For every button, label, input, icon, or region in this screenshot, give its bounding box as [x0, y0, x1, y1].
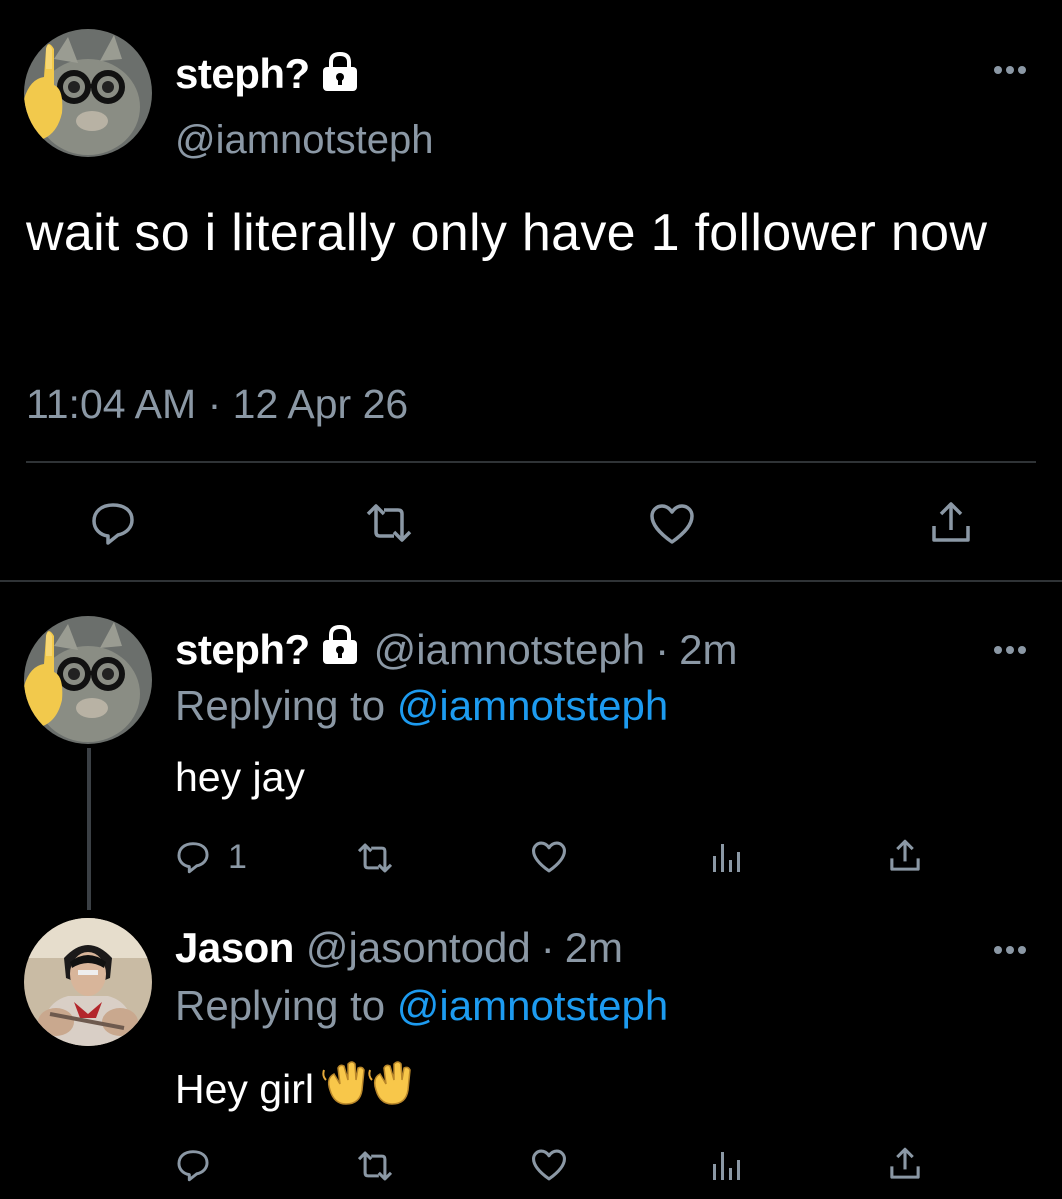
avatar[interactable] — [24, 616, 152, 744]
time-separator: · — [207, 381, 222, 427]
reply-header: steph? @iamnotsteph · 2m — [175, 622, 737, 678]
tweet-text: wait so i literally only have 1 follower… — [26, 204, 988, 262]
retweet-icon[interactable] — [354, 842, 396, 874]
reply-tweet[interactable]: Jason @jasontodd · 2m Replying to @iamno… — [0, 912, 1062, 1199]
like-icon[interactable] — [530, 840, 568, 874]
handle[interactable]: @iamnotsteph — [374, 626, 645, 674]
reply-icon[interactable] — [90, 500, 136, 546]
reply-time: 2m — [679, 626, 738, 673]
tweet-date: 12 Apr 26 — [232, 381, 409, 427]
handle[interactable]: @iamnotsteph — [175, 118, 434, 163]
lock-icon — [318, 50, 362, 99]
views-icon[interactable] — [711, 840, 745, 874]
like-icon[interactable] — [648, 502, 696, 546]
waving-hands-emoji — [322, 1060, 414, 1118]
avatar[interactable] — [24, 29, 152, 157]
mention-link[interactable]: @iamnotsteph — [397, 982, 668, 1029]
time-separator: · — [655, 626, 670, 673]
reply-header: Jason @jasontodd · 2m — [175, 920, 623, 976]
reply-icon[interactable] — [176, 840, 210, 874]
divider — [26, 461, 1036, 463]
lock-icon — [318, 623, 362, 677]
main-tweet: steph? @iamnotsteph wait so i literally … — [0, 0, 1062, 582]
reply-icon[interactable] — [176, 1148, 210, 1182]
reply-body: Hey girl — [175, 1065, 314, 1112]
reply-time: 2m — [564, 924, 624, 971]
replying-to: Replying to @iamnotsteph — [175, 682, 668, 730]
reply-tweet[interactable]: steph? @iamnotsteph · 2m Replying to @ia… — [0, 582, 1062, 912]
tweet-detail-page: steph? @iamnotsteph wait so i literally … — [0, 0, 1062, 1199]
more-options-icon[interactable] — [992, 644, 1028, 656]
views-icon[interactable] — [711, 1148, 745, 1182]
replying-to: Replying to @iamnotsteph — [175, 982, 668, 1030]
more-options-icon[interactable] — [992, 64, 1028, 76]
reply-count: 1 — [228, 838, 247, 876]
share-icon[interactable] — [929, 500, 973, 546]
display-name[interactable]: Jason — [175, 924, 294, 972]
time-separator: · — [540, 924, 555, 971]
reply-text: Hey girl — [175, 1060, 414, 1118]
retweet-icon[interactable] — [354, 1150, 396, 1182]
replying-prefix: Replying to — [175, 682, 386, 729]
share-icon[interactable] — [888, 838, 922, 874]
handle[interactable]: @jasontodd — [306, 924, 531, 972]
timestamp[interactable]: 11:04 AM · 12 Apr 26 — [26, 381, 408, 428]
author-row: steph? — [175, 46, 362, 102]
avatar[interactable] — [24, 918, 152, 1046]
like-icon[interactable] — [530, 1148, 568, 1182]
replying-prefix: Replying to — [175, 982, 386, 1029]
display-name[interactable]: steph? — [175, 626, 310, 674]
more-options-icon[interactable] — [992, 944, 1028, 956]
tweet-time: 11:04 AM — [26, 381, 197, 427]
share-icon[interactable] — [888, 1146, 922, 1182]
mention-link[interactable]: @iamnotsteph — [397, 682, 668, 729]
reply-text: hey jay — [175, 754, 305, 801]
reply-body: hey jay — [175, 754, 305, 800]
retweet-icon[interactable] — [362, 502, 416, 544]
display-name[interactable]: steph? — [175, 50, 310, 98]
